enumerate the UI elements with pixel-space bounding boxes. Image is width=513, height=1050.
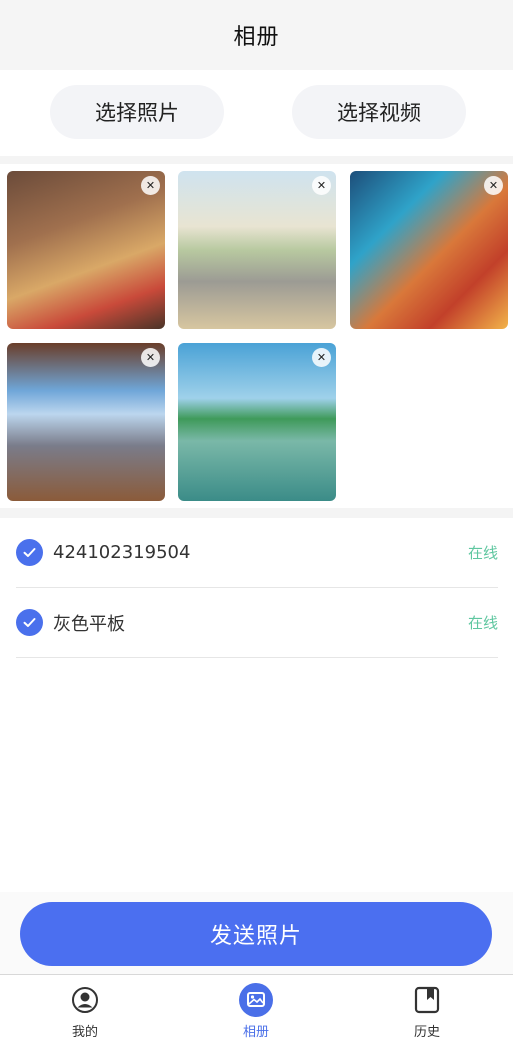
beach-pool-image xyxy=(178,171,336,329)
user-icon xyxy=(68,983,102,1017)
device-name: 424102319504 xyxy=(53,542,191,563)
close-icon[interactable]: ✕ xyxy=(312,176,331,195)
select-photo-button[interactable]: 选择照片 xyxy=(50,85,224,139)
select-video-button[interactable]: 选择视频 xyxy=(292,85,466,139)
divider xyxy=(0,156,513,164)
page-title: 相册 xyxy=(233,25,280,50)
anime-window-painting-image xyxy=(7,343,165,501)
photo-thumbnail[interactable]: ✕ xyxy=(350,171,508,329)
select-actions: 选择照片 选择视频 xyxy=(0,70,513,156)
bookmark-icon xyxy=(410,983,444,1017)
colorful-cubes-image xyxy=(350,171,508,329)
device-name: 灰色平板 xyxy=(53,613,125,635)
checkbox-checked-icon[interactable] xyxy=(16,539,43,566)
device-status: 在线 xyxy=(467,544,498,562)
tab-history[interactable]: 历史 xyxy=(382,983,472,1047)
close-icon[interactable]: ✕ xyxy=(484,176,503,195)
photo-thumbnail[interactable]: ✕ xyxy=(7,343,165,501)
tab-mine[interactable]: 我的 xyxy=(40,983,130,1047)
close-icon[interactable]: ✕ xyxy=(141,348,160,367)
tab-album[interactable]: 相册 xyxy=(211,983,301,1047)
send-area: 发送照片 xyxy=(0,892,513,974)
top-bar: 相册 xyxy=(0,0,513,70)
tab-label: 历史 xyxy=(413,1025,440,1040)
photo-thumbnail[interactable]: ✕ xyxy=(7,171,165,329)
teddy-bears-image xyxy=(7,171,165,329)
close-icon[interactable]: ✕ xyxy=(141,176,160,195)
photo-thumbnail[interactable]: ✕ xyxy=(178,171,336,329)
bottom-tab-bar: 我的 相册 历史 xyxy=(0,974,513,1050)
device-row[interactable]: 灰色平板 在线 xyxy=(16,588,498,658)
device-row[interactable]: 424102319504 在线 xyxy=(16,518,498,588)
underwater-palm-image xyxy=(178,343,336,501)
device-status: 在线 xyxy=(467,614,498,632)
photo-grid: ✕ ✕ ✕ ✕ ✕ xyxy=(0,164,513,508)
photo-thumbnail[interactable]: ✕ xyxy=(178,343,336,501)
divider xyxy=(0,508,513,518)
send-photo-button[interactable]: 发送照片 xyxy=(20,902,492,966)
album-icon xyxy=(239,983,273,1017)
checkbox-checked-icon[interactable] xyxy=(16,609,43,636)
tab-label: 我的 xyxy=(71,1025,98,1040)
close-icon[interactable]: ✕ xyxy=(312,348,331,367)
tab-label: 相册 xyxy=(242,1025,269,1040)
